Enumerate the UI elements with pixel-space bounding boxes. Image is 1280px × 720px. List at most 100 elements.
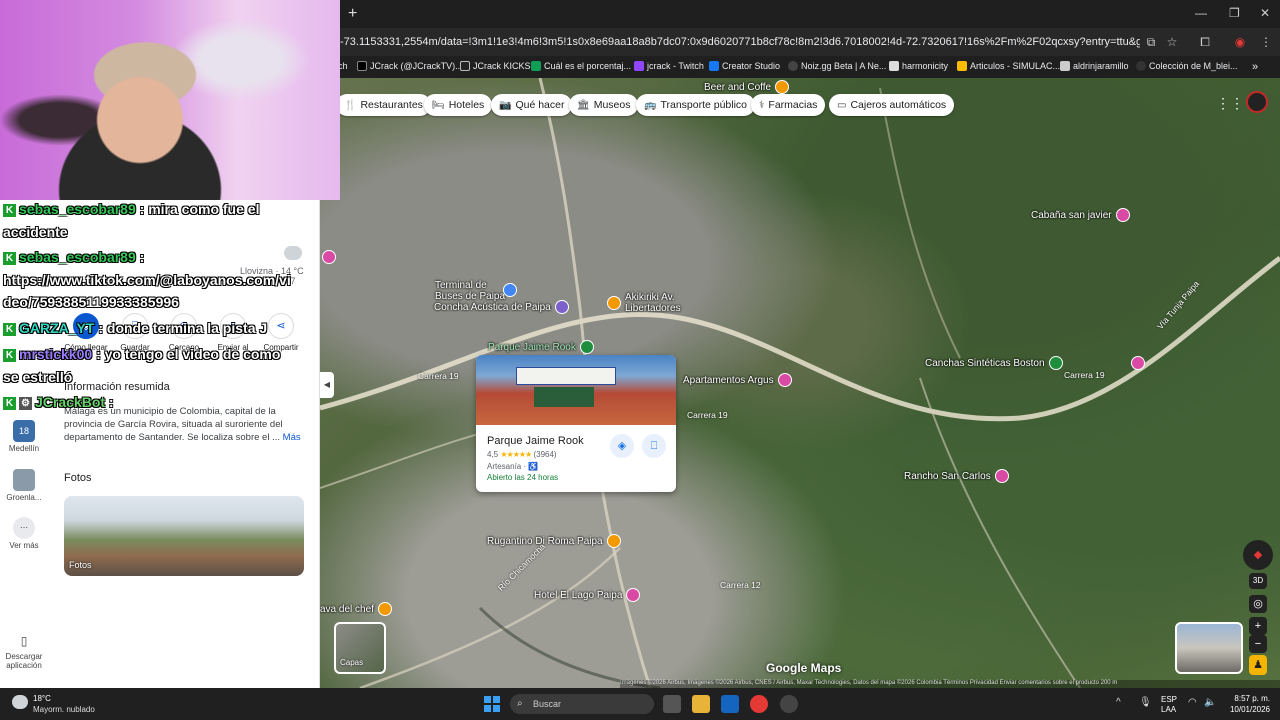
taskbar-temperature[interactable]: 18°C [33,694,51,703]
poi-akikiriki[interactable]: Akikiriki Av. Libertadores [607,292,685,314]
url-text[interactable]: -73.1153331,2554m/data=!3m1!1e3!4m6!3m5!… [340,36,1140,48]
poi-hotel-el-lago[interactable]: Hotel El Lago Paipa [534,588,641,602]
poi-beer-and-coffe[interactable]: Beer and Coffe [704,80,790,94]
menu-icon[interactable]: ⋮ [1258,34,1274,50]
poi-terminal-pin[interactable] [503,283,517,297]
collapse-panel-button[interactable]: ◀ [320,372,334,398]
site-icon [531,61,541,71]
directions-button[interactable]: ◈ [610,434,634,458]
start-button[interactable] [484,696,500,712]
poi-rancho-san-carlos[interactable]: Rancho San Carlos [904,469,1009,483]
bookmark-item[interactable]: Articulos - SIMULAC... [957,61,1060,71]
poi-hotel-left[interactable] [322,250,336,264]
bookmark-item[interactable]: aldrinjaramillo [1060,61,1129,71]
pegman-icon[interactable]: ♟ [1249,655,1267,675]
bookmark-item[interactable]: Cuál es el porcentaj... [531,61,631,71]
app-icon[interactable] [780,695,798,713]
rail-item-descargar[interactable]: ▯ Descargar aplicación [0,634,48,670]
bookmark-item[interactable]: Creator Studio [709,61,780,71]
file-explorer-icon[interactable] [692,695,710,713]
bookmark-item[interactable]: JCrack (@JCrackTV)... [357,61,463,71]
language-indicator[interactable]: ESP [1161,695,1177,704]
apps-grid-icon[interactable]: ⋮⋮ [1216,95,1244,112]
directions-icon: ◈ [617,440,627,452]
bookmark-label: Noiz.gg Beta | A Ne... [801,61,887,71]
compass-icon[interactable]: ◆ [1243,540,1273,570]
extensions-icon[interactable]: ⧠ [1197,34,1213,50]
place-category: Artesanía · ♿ [487,462,539,471]
taskbar-search[interactable]: Buscar [510,694,654,714]
taskbar-date[interactable]: 10/01/2026 [1220,705,1270,714]
bookmark-item[interactable]: Colección de M_blei... [1136,61,1238,71]
poi-rugantino[interactable]: Rugantino Di Roma Paipa [487,534,621,548]
restore-icon[interactable]: ❐ [1229,6,1240,20]
food-pin-icon [606,534,621,548]
poi-apartamentos-argus[interactable]: Apartamentos Argus [683,373,792,387]
bookmark-item[interactable]: JCrack KICKS [460,61,531,71]
wifi-icon[interactable]: ◠ [1188,697,1197,708]
minimize-icon[interactable]: — [1195,6,1207,20]
bookmark-item[interactable]: Noiz.gg Beta | A Ne... [788,61,886,71]
bookmarks-overflow-icon[interactable]: » [1252,61,1258,73]
place-photo[interactable] [476,355,676,425]
hotel-pin-icon [626,588,641,602]
my-location-icon[interactable]: ◎ [1249,595,1267,613]
new-tab-button[interactable]: + [348,6,357,22]
chat-user: sebas_escobar89 [19,201,136,217]
poi-label: Canchas Sintéticas Boston [925,357,1045,369]
taskbar-weather[interactable]: Mayorm. nublado [33,705,95,714]
chip-transporte[interactable]: 🚌 Transporte público [636,94,756,116]
chip-cajeros[interactable]: ▭ Cajeros automáticos [829,94,955,116]
chip-hoteles[interactable]: 🛏 Hoteles [424,94,493,116]
poi-ava-del-chef[interactable]: ava del chef [320,602,392,616]
place-hours: Abierto las 24 horas [487,473,559,482]
account-avatar[interactable] [1246,91,1268,113]
chip-restaurantes[interactable]: 🍴 Restaurantes [336,94,431,116]
chrome-icon[interactable] [750,695,768,713]
layers-label: Capas [340,658,364,667]
keyboard-layout[interactable]: LAA [1161,705,1176,714]
more-link[interactable]: Más [283,432,301,443]
bookmark-star-icon[interactable]: ☆ [1164,34,1180,50]
rail-item-medellin[interactable]: 18 Medellín [0,420,48,453]
drive-icon [957,61,967,71]
microphone-icon[interactable]: 🎙 [1139,697,1152,708]
volume-icon[interactable]: 🔈 [1204,697,1216,708]
zoom-out-button[interactable]: − [1249,635,1267,653]
chip-label: Restaurantes [360,99,423,111]
poi-parque-jaime-rook[interactable]: Parque Jaime Rook [488,340,594,354]
bookmark-item[interactable]: jcrack - Twitch [634,61,704,71]
task-view-icon[interactable] [663,695,681,713]
zoom-in-button[interactable]: + [1249,617,1267,635]
save-button[interactable]: ⎕ [642,434,666,458]
tray-chevron-icon[interactable]: ^ [1116,697,1121,708]
chat-message: se estrelló [3,369,72,385]
close-icon[interactable]: ✕ [1260,6,1270,20]
chip-museos[interactable]: 🏛 Museos [569,94,639,116]
poi-hotel-right[interactable] [1131,356,1145,370]
satellite-map[interactable] [320,78,1280,688]
rail-item-ver-mas[interactable]: ⋯ Ver más [0,517,48,550]
poi-cabana-san-javier[interactable]: Cabaña san javier [1031,208,1130,222]
poi-concha-acustica[interactable]: Concha Acústica de Paipa [434,300,569,314]
street-view-thumbnail[interactable] [1175,622,1243,674]
chip-que-hacer[interactable]: 📷 Qué hacer [491,94,573,116]
3d-toggle[interactable]: 3D [1249,573,1267,589]
rail-item-groenlandia[interactable]: Groenla... [0,469,48,502]
outlook-icon[interactable] [721,695,739,713]
place-title[interactable]: Parque Jaime Rook [487,435,584,447]
install-icon[interactable]: ⧉ [1143,34,1159,50]
chip-farmacias[interactable]: ⚕ Farmacias [751,94,826,116]
place-thumbnail [13,469,35,491]
place-info-card[interactable]: Parque Jaime Rook 4,5 ★★★★★ (3964) Artes… [476,355,676,492]
layers-button[interactable]: Capas [334,622,386,674]
bookmark-label: harmonicity [902,61,949,71]
poi-terminal[interactable]: Terminal de Buses de Paipa [435,280,507,302]
taskbar-clock[interactable]: 8:57 p. m. [1226,694,1270,703]
poi-canchas-boston[interactable]: Canchas Sintéticas Boston [925,356,1063,370]
bookmark-item[interactable]: harmonicity [889,61,948,71]
star-icons: ★★★★★ [500,450,532,459]
summary-text: Málaga es un municipio de Colombia, capi… [64,406,283,443]
photos-thumbnail[interactable]: Fotos [64,496,304,576]
profile-icon[interactable]: ◉ [1232,34,1248,50]
